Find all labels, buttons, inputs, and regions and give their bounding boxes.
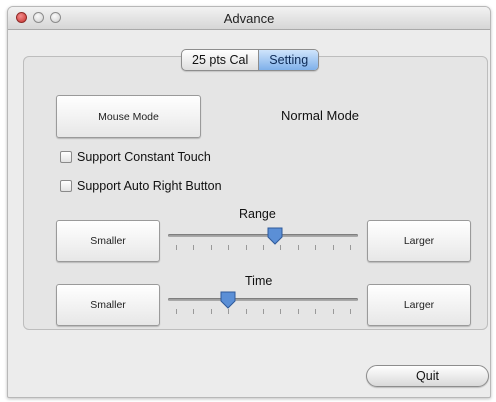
range-label: Range [239,207,276,221]
auto-right-checkbox[interactable] [60,180,72,192]
slider-tick [298,309,299,314]
tab-25-pts-cal[interactable]: 25 pts Cal [182,50,260,70]
slider-tick [176,245,177,250]
quit-button[interactable]: Quit [366,365,489,387]
constant-touch-checkbox[interactable] [60,151,72,163]
tab-bar: 25 pts Cal Setting [181,49,320,71]
time-larger-button[interactable]: Larger [367,284,471,326]
time-smaller-button[interactable]: Smaller [56,284,160,326]
slider-tick [350,309,351,314]
range-larger-button[interactable]: Larger [367,220,471,262]
constant-touch-option[interactable]: Support Constant Touch [60,150,211,164]
slider-tick [280,309,281,314]
slider-tick [211,245,212,250]
time-slider[interactable] [168,289,358,319]
range-track [168,234,358,237]
range-slider[interactable] [168,225,358,255]
slider-tick [333,309,334,314]
slider-tick [193,245,194,250]
slider-tick [246,245,247,250]
range-thumb[interactable] [267,227,283,245]
auto-right-label: Support Auto Right Button [77,179,222,193]
time-track [168,298,358,301]
slider-tick [333,245,334,250]
slider-tick [211,309,212,314]
slider-tick [263,245,264,250]
slider-tick [298,245,299,250]
window-title: Advance [223,11,275,26]
slider-tick [228,309,229,314]
slider-tick [176,309,177,314]
range-smaller-button[interactable]: Smaller [56,220,160,262]
slider-tick [246,309,247,314]
slider-tick [280,245,281,250]
constant-touch-label: Support Constant Touch [77,150,211,164]
title-bar: Advance [8,7,490,30]
mouse-mode-button[interactable]: Mouse Mode [56,95,201,138]
slider-tick [350,245,351,250]
slider-tick [193,309,194,314]
slider-tick [315,309,316,314]
time-label: Time [245,274,273,288]
slider-tick [228,245,229,250]
current-mode-label: Normal Mode [281,108,360,123]
auto-right-option[interactable]: Support Auto Right Button [60,179,222,193]
slider-tick [263,309,264,314]
time-thumb[interactable] [220,291,236,309]
slider-tick [315,245,316,250]
tab-setting[interactable]: Setting [259,50,319,70]
